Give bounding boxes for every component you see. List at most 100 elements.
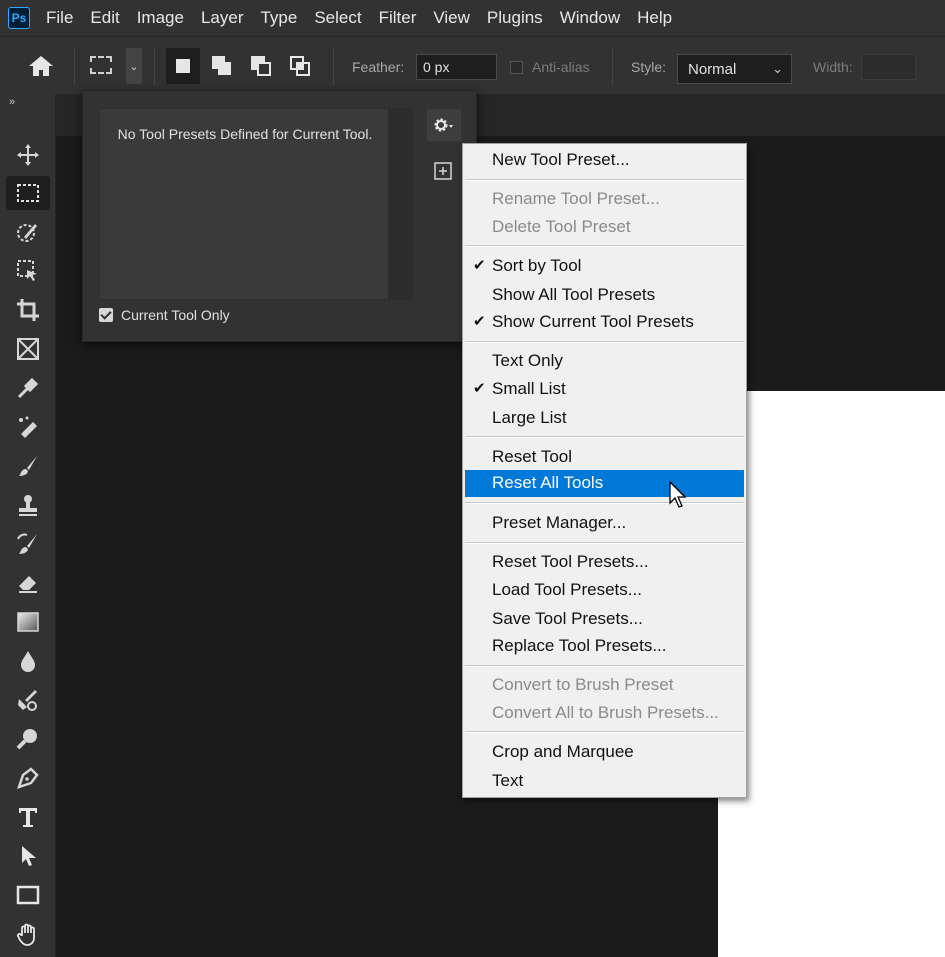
anti-alias-label: Anti-alias <box>532 59 590 75</box>
gear-icon[interactable] <box>427 109 461 141</box>
anti-alias-checkbox[interactable] <box>510 61 523 74</box>
subtract-from-selection-button[interactable] <box>244 48 278 84</box>
add-to-selection-button[interactable] <box>205 48 239 84</box>
dodge-tool-icon[interactable] <box>6 683 50 717</box>
collapse-toolbar-icon[interactable]: » <box>9 96 15 108</box>
mouse-cursor-icon <box>668 480 690 510</box>
chevron-down-icon[interactable]: ⌄ <box>126 48 142 84</box>
checkmark-icon: ✔ <box>473 257 486 274</box>
tools-panel: » <box>0 94 56 957</box>
spot-healing-brush-tool-icon[interactable] <box>6 410 50 444</box>
menu-item-preset-manager[interactable]: Preset Manager... <box>465 510 744 536</box>
menu-separator <box>465 731 744 733</box>
width-label: Width: <box>813 59 853 75</box>
options-bar: ⌄ Feather: 0 px Anti-alias Style: Normal… <box>0 36 945 94</box>
menu-item-reset-tool-presets[interactable]: Reset Tool Presets... <box>465 549 744 575</box>
style-select[interactable]: Normal ⌄ <box>677 54 792 84</box>
menu-item-delete-tool-preset: Delete Tool Preset <box>492 217 631 236</box>
menu-file[interactable]: File <box>46 8 73 28</box>
checkmark-icon: ✔ <box>473 313 486 330</box>
menu-separator <box>465 179 744 181</box>
history-brush-tool-icon[interactable] <box>6 527 50 561</box>
photoshop-logo: Ps <box>8 7 30 29</box>
menu-item-small-list[interactable]: ✔ Small List <box>465 376 744 402</box>
new-preset-icon[interactable] <box>433 161 453 181</box>
zoom-tool-icon[interactable] <box>6 722 50 756</box>
divider <box>74 47 75 85</box>
rectangle-tool-icon[interactable] <box>6 878 50 912</box>
menu-window[interactable]: Window <box>560 8 620 28</box>
menu-bar: Ps File Edit Image Layer Type Select Fil… <box>0 0 945 36</box>
menu-item-load-tool-presets[interactable]: Load Tool Presets... <box>465 577 744 603</box>
hand-tool-icon[interactable] <box>6 917 50 951</box>
menu-item-reset-all-tools[interactable]: Reset All Tools <box>465 470 744 497</box>
menu-filter[interactable]: Filter <box>379 8 417 28</box>
menu-layer[interactable]: Layer <box>201 8 244 28</box>
menu-item-crop-and-marquee[interactable]: Crop and Marquee <box>465 739 744 765</box>
type-tool-icon[interactable] <box>6 800 50 834</box>
current-tool-only-toggle[interactable]: Current Tool Only <box>99 307 230 323</box>
move-tool-icon[interactable] <box>6 138 50 172</box>
canvas[interactable] <box>718 391 945 957</box>
menu-separator <box>465 502 744 504</box>
menu-item-reset-tool[interactable]: Reset Tool <box>465 444 744 470</box>
menu-item-convert-all-to-brush-presets: Convert All to Brush Presets... <box>492 703 719 722</box>
menu-item-show-current-tool-presets[interactable]: ✔ Show Current Tool Presets <box>465 309 744 335</box>
feather-input[interactable]: 0 px <box>416 54 497 80</box>
menu-item-rename-tool-preset: Rename Tool Preset... <box>492 189 660 208</box>
chevron-down-icon: ⌄ <box>772 61 783 76</box>
menu-plugins[interactable]: Plugins <box>487 8 543 28</box>
menu-edit[interactable]: Edit <box>90 8 119 28</box>
width-input[interactable] <box>861 54 916 80</box>
tool-preset-picker[interactable]: ⌄ <box>86 48 142 84</box>
pen-tool-icon[interactable] <box>6 761 50 795</box>
object-selection-tool-icon[interactable] <box>6 215 50 249</box>
menu-select[interactable]: Select <box>314 8 361 28</box>
divider <box>154 47 155 85</box>
menu-separator <box>465 665 744 667</box>
menu-item-text[interactable]: Text <box>465 768 744 794</box>
intersect-selection-button[interactable] <box>283 48 317 84</box>
menu-item-new-tool-preset[interactable]: New Tool Preset... <box>465 147 744 173</box>
menu-item-show-all-tool-presets[interactable]: Show All Tool Presets <box>465 282 744 308</box>
menu-separator <box>465 436 744 438</box>
path-selection-tool-icon[interactable] <box>6 839 50 873</box>
menu-help[interactable]: Help <box>637 8 672 28</box>
tool-presets-context-menu: New Tool Preset... Rename Tool Preset...… <box>462 143 747 798</box>
checkmark-icon: ✔ <box>473 380 486 397</box>
eraser-tool-icon[interactable] <box>6 566 50 600</box>
rectangular-marquee-tool-icon[interactable] <box>6 176 50 210</box>
menu-type[interactable]: Type <box>260 8 297 28</box>
menu-view[interactable]: View <box>433 8 470 28</box>
home-icon[interactable] <box>24 53 58 79</box>
empty-presets-message: No Tool Presets Defined for Current Tool… <box>117 126 373 142</box>
crop-tool-icon[interactable] <box>6 293 50 327</box>
menu-item-convert-to-brush-preset: Convert to Brush Preset <box>492 675 674 694</box>
presets-scrollbar[interactable] <box>388 109 412 299</box>
menu-item-save-tool-presets[interactable]: Save Tool Presets... <box>465 606 744 632</box>
menu-separator <box>465 542 744 544</box>
menu-item-text-only[interactable]: Text Only <box>465 348 744 374</box>
eyedropper-tool-icon[interactable] <box>6 371 50 405</box>
current-tool-only-checkbox[interactable] <box>99 308 113 322</box>
divider <box>612 47 613 85</box>
menu-image[interactable]: Image <box>137 8 184 28</box>
marquee-icon <box>90 56 112 74</box>
object-select-crop-icon[interactable] <box>6 254 50 288</box>
menu-item-large-list[interactable]: Large List <box>465 405 744 431</box>
menu-item-sort-by-tool[interactable]: ✔ Sort by Tool <box>465 253 744 279</box>
feather-label: Feather: <box>352 59 405 75</box>
tool-presets-list[interactable]: No Tool Presets Defined for Current Tool… <box>99 108 413 300</box>
new-selection-button[interactable] <box>166 48 200 84</box>
menu-separator <box>465 245 744 247</box>
clone-stamp-tool-icon[interactable] <box>6 488 50 522</box>
brush-tool-icon[interactable] <box>6 449 50 483</box>
blur-tool-icon[interactable] <box>6 644 50 678</box>
divider <box>333 47 334 85</box>
tool-presets-panel: No Tool Presets Defined for Current Tool… <box>82 90 477 342</box>
frame-tool-icon[interactable] <box>6 332 50 366</box>
gradient-tool-icon[interactable] <box>6 605 50 639</box>
menu-item-replace-tool-presets[interactable]: Replace Tool Presets... <box>465 633 744 659</box>
current-tool-only-label: Current Tool Only <box>121 307 230 323</box>
style-label: Style: <box>631 59 667 75</box>
